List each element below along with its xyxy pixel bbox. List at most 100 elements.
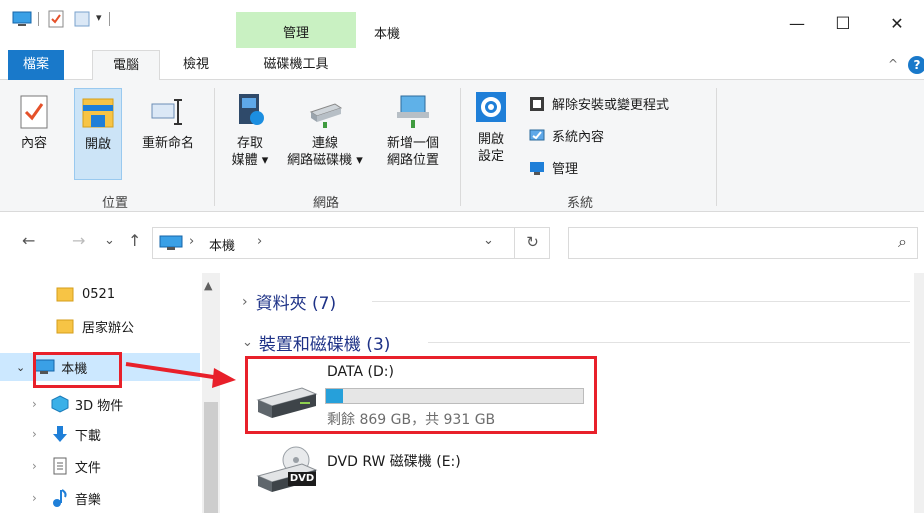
uninstall-icon (530, 96, 544, 111)
window-title: 本機 (374, 27, 401, 42)
map-drive-label: 連線 (311, 136, 338, 151)
section-divider (372, 301, 910, 302)
maximize-button[interactable]: ☐ (820, 14, 866, 44)
breadcrumb-separator: › (189, 234, 195, 249)
chevron-right-icon: › (32, 459, 37, 473)
folders-header-label: 資料夾 (7) (255, 294, 337, 314)
new-folder-icon[interactable] (74, 10, 90, 28)
tab-view[interactable]: 檢視 (168, 50, 224, 80)
manage-icon (530, 161, 544, 175)
nav-scroll-thumb[interactable] (204, 402, 218, 513)
system-properties-label: 系統內容 (552, 130, 605, 145)
chevron-down-icon: ⌄ (242, 335, 253, 350)
collapse-ribbon-icon[interactable]: ^ (888, 57, 898, 71)
open-settings-label-2: 設定 (477, 149, 504, 164)
breadcrumb-separator: › (257, 234, 263, 249)
nav-item-3d-objects[interactable]: › 3D 物件 (0, 391, 200, 417)
group-label-system: 系統 (566, 196, 593, 211)
settings-gear-icon (476, 92, 506, 122)
add-location-label-2: 網路位置 (386, 153, 439, 168)
system-properties-icon (529, 129, 545, 140)
chevron-right-icon: › (242, 293, 248, 310)
add-network-location-button[interactable]: 新增一個 網路位置 (374, 88, 452, 188)
scroll-up-arrow-icon[interactable]: ▲ (204, 279, 212, 292)
red-arrow-icon (125, 362, 236, 388)
computer-icon (159, 235, 183, 250)
uninstall-programs-button[interactable]: 解除安裝或變更程式 (528, 94, 669, 113)
devices-header-label: 裝置和磁碟機 (3) (258, 335, 391, 355)
manage-button[interactable]: 管理 (528, 158, 578, 177)
3d-objects-icon (51, 395, 69, 413)
highlight-box-data-drive (245, 356, 597, 434)
access-media-label: 存取 (236, 136, 263, 151)
separator (38, 12, 39, 26)
properties-icon (20, 95, 48, 129)
music-note-icon (52, 489, 67, 507)
devices-section-header[interactable]: ⌄ 裝置和磁碟機 (3) (242, 330, 390, 355)
dvd-badge: DVD (288, 472, 316, 486)
close-button[interactable]: ✕ (874, 14, 920, 44)
access-media-label-2-text: 媒體 (231, 153, 258, 168)
recent-locations-button[interactable]: ⌄ (104, 233, 115, 248)
properties-label: 內容 (20, 136, 47, 151)
network-location-icon (397, 95, 429, 128)
customize-quick-access-icon[interactable]: ▾ (96, 11, 102, 24)
folder-icon (56, 319, 74, 334)
open-button[interactable]: 開啟 (74, 88, 122, 180)
chevron-right-icon: › (32, 427, 37, 441)
back-button[interactable]: ← (22, 231, 35, 250)
separator (109, 12, 110, 26)
search-input[interactable]: ⌕ (568, 227, 918, 259)
folders-section-header[interactable]: › 資料夾 (7) (242, 289, 337, 315)
media-icon (239, 94, 264, 125)
nav-item-documents[interactable]: › 文件 (0, 453, 200, 479)
breadcrumb-this-pc[interactable]: 本機 (209, 235, 235, 254)
dvd-drive-icon (256, 446, 318, 492)
properties-button[interactable]: 內容 (10, 88, 58, 178)
rename-button[interactable]: 重新命名 (132, 88, 204, 178)
tab-drive-tools[interactable]: 磁碟機工具 (236, 50, 356, 80)
system-properties-button[interactable]: 系統內容 (528, 126, 604, 145)
title-bar: ▾ 管理 本機 — ☐ ✕ (0, 0, 924, 48)
address-dropdown-icon[interactable]: ⌄ (483, 233, 494, 248)
up-button[interactable]: ↑ (128, 231, 141, 250)
map-network-drive-button[interactable]: 連線 網路磁碟機 ▾ (282, 88, 368, 188)
content-scrollbar[interactable] (914, 273, 924, 513)
nav-item-0521[interactable]: 0521 (0, 281, 200, 307)
highlight-box-this-pc (33, 352, 122, 388)
group-separator (214, 88, 215, 206)
tab-computer[interactable]: 電腦 (92, 50, 160, 81)
nav-item-label: 音樂 (74, 492, 101, 508)
chevron-right-icon: › (32, 491, 37, 505)
open-settings-button[interactable]: 開啟 設定 (466, 88, 516, 188)
nav-item-home-office[interactable]: 居家辦公 (0, 313, 200, 339)
nav-item-downloads[interactable]: › 下載 (0, 421, 200, 447)
address-bar[interactable]: › 本機 › ⌄ (152, 227, 550, 259)
rename-icon (151, 99, 182, 125)
network-drive-icon (309, 103, 343, 128)
access-media-label-2: 媒體 ▾ (231, 153, 269, 168)
tab-file[interactable]: 檔案 (8, 50, 64, 80)
open-settings-label: 開啟 (477, 132, 504, 147)
navigation-pane: 0521 居家辦公 ⌄ 本機 › 3D 物件 › 下載 › 文件 › 音樂 (0, 273, 222, 513)
search-icon: ⌕ (898, 232, 907, 251)
ribbon-tabs: 檔案 電腦 檢視 磁碟機工具 (0, 50, 924, 81)
properties-check-icon[interactable] (48, 10, 64, 28)
ribbon: 內容 開啟 重新命名 位置 存取 媒體 ▾ 連線 網路磁碟機 ▾ 新增一個 網路… (0, 80, 924, 212)
help-icon[interactable]: ? (908, 56, 924, 74)
forward-button[interactable]: → (72, 231, 85, 250)
minimize-button[interactable]: — (774, 14, 820, 44)
group-label-network: 網路 (312, 196, 339, 211)
open-label: 開啟 (84, 137, 111, 152)
manage-label: 管理 (552, 162, 579, 177)
nav-item-music[interactable]: › 音樂 (0, 485, 200, 511)
folder-icon (56, 287, 74, 302)
nav-item-label: 3D 物件 (74, 398, 124, 414)
access-media-button[interactable]: 存取 媒體 ▾ (222, 88, 278, 188)
nav-item-label: 居家辦公 (82, 320, 135, 336)
nav-item-label: 文件 (74, 460, 101, 476)
uninstall-label: 解除安裝或變更程式 (552, 98, 670, 113)
refresh-button[interactable]: ↻ (514, 227, 550, 259)
computer-icon[interactable] (12, 11, 32, 27)
map-drive-label-2-text: 網路磁碟機 (287, 153, 353, 168)
